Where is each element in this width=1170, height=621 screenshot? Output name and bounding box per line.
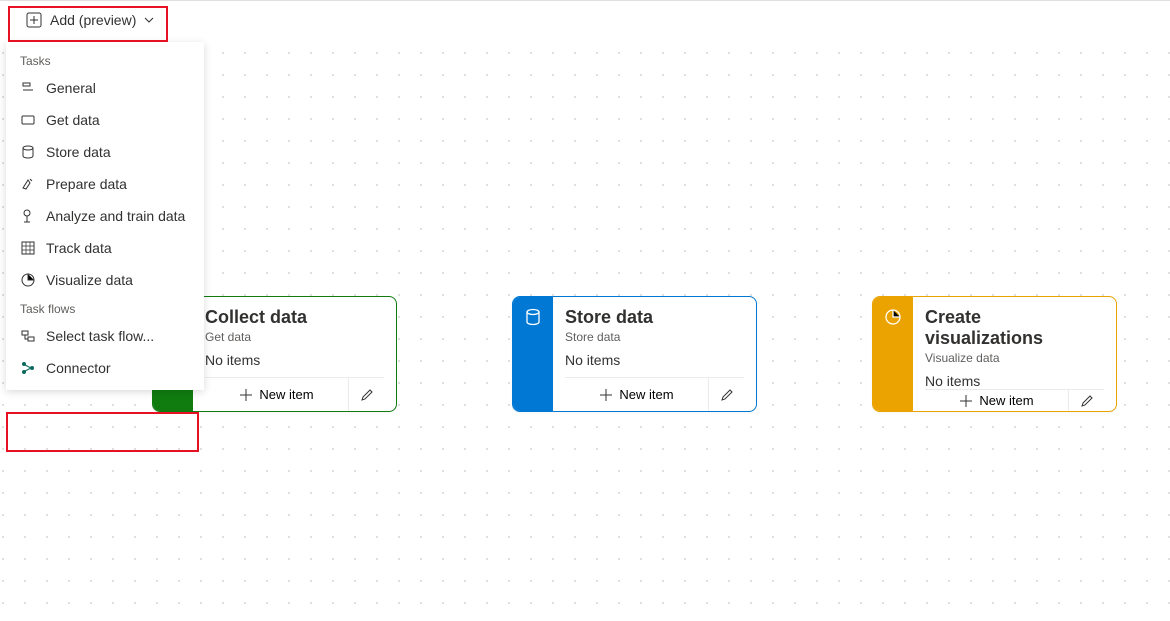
new-item-button[interactable]: New item xyxy=(205,378,348,411)
menu-item-label: Connector xyxy=(46,360,111,376)
card-title: Store data xyxy=(565,307,744,328)
card-footer: New item xyxy=(925,389,1104,411)
edit-button[interactable] xyxy=(1068,390,1104,411)
new-item-button[interactable]: New item xyxy=(565,378,708,411)
menu-item-visualize-data[interactable]: Visualize data xyxy=(6,264,204,296)
card-subtitle: Get data xyxy=(205,330,384,344)
card-empty-text: No items xyxy=(205,352,384,368)
card-rail xyxy=(873,297,913,411)
menu-item-label: Get data xyxy=(46,112,100,128)
new-item-label: New item xyxy=(619,387,673,402)
pencil-icon xyxy=(360,388,374,402)
card-subtitle: Store data xyxy=(565,330,744,344)
menu-item-label: Visualize data xyxy=(46,272,133,288)
menu-item-get-data[interactable]: Get data xyxy=(6,104,204,136)
card-subtitle: Visualize data xyxy=(925,351,1104,365)
visualize-icon xyxy=(20,272,36,288)
pie-chart-icon xyxy=(883,307,903,327)
add-icon xyxy=(26,12,42,28)
card-create-visualizations[interactable]: Create visualizations Visualize data No … xyxy=(872,296,1117,412)
general-icon xyxy=(20,80,36,96)
card-empty-text: No items xyxy=(565,352,744,368)
new-item-button[interactable]: New item xyxy=(925,390,1068,411)
dropdown-section-tasks: Tasks xyxy=(6,48,204,72)
add-preview-button[interactable]: Add (preview) xyxy=(16,7,164,33)
card-footer: New item xyxy=(565,377,744,411)
database-icon xyxy=(523,307,543,327)
connector-icon xyxy=(20,360,36,376)
menu-item-label: Select task flow... xyxy=(46,328,154,344)
dropdown-section-flows: Task flows xyxy=(6,296,204,320)
menu-item-track-data[interactable]: Track data xyxy=(6,232,204,264)
new-item-label: New item xyxy=(259,387,313,402)
edit-button[interactable] xyxy=(708,378,744,411)
menu-item-label: Prepare data xyxy=(46,176,127,192)
menu-item-label: Track data xyxy=(46,240,112,256)
plus-icon xyxy=(239,388,253,402)
menu-item-select-task-flow[interactable]: Select task flow... xyxy=(6,320,204,352)
menu-item-label: Analyze and train data xyxy=(46,208,185,224)
card-body: Store data Store data No items New item xyxy=(553,297,756,411)
card-store-data[interactable]: Store data Store data No items New item xyxy=(512,296,757,412)
store-data-icon xyxy=(20,144,36,160)
new-item-label: New item xyxy=(979,393,1033,408)
edit-button[interactable] xyxy=(348,378,384,411)
add-label: Add (preview) xyxy=(50,12,136,28)
add-dropdown: Tasks General Get data Store data Prepar… xyxy=(6,42,204,390)
plus-icon xyxy=(959,394,973,408)
card-rail xyxy=(513,297,553,411)
menu-item-connector[interactable]: Connector xyxy=(6,352,204,384)
pencil-icon xyxy=(720,388,734,402)
menu-item-store-data[interactable]: Store data xyxy=(6,136,204,168)
track-data-icon xyxy=(20,240,36,256)
select-flow-icon xyxy=(20,328,36,344)
card-footer: New item xyxy=(205,377,384,411)
card-title: Create visualizations xyxy=(925,307,1104,349)
prepare-data-icon xyxy=(20,176,36,192)
menu-item-prepare-data[interactable]: Prepare data xyxy=(6,168,204,200)
menu-item-label: Store data xyxy=(46,144,111,160)
menu-item-general[interactable]: General xyxy=(6,72,204,104)
get-data-icon xyxy=(20,112,36,128)
card-body: Create visualizations Visualize data No … xyxy=(913,297,1116,411)
plus-icon xyxy=(599,388,613,402)
card-body: Collect data Get data No items New item xyxy=(193,297,396,411)
analyze-icon xyxy=(20,208,36,224)
card-empty-text: No items xyxy=(925,373,1104,389)
pencil-icon xyxy=(1080,394,1094,408)
card-title: Collect data xyxy=(205,307,384,328)
chevron-down-icon xyxy=(144,15,154,25)
menu-item-analyze-train[interactable]: Analyze and train data xyxy=(6,200,204,232)
menu-item-label: General xyxy=(46,80,96,96)
toolbar: Add (preview) xyxy=(0,1,1170,39)
